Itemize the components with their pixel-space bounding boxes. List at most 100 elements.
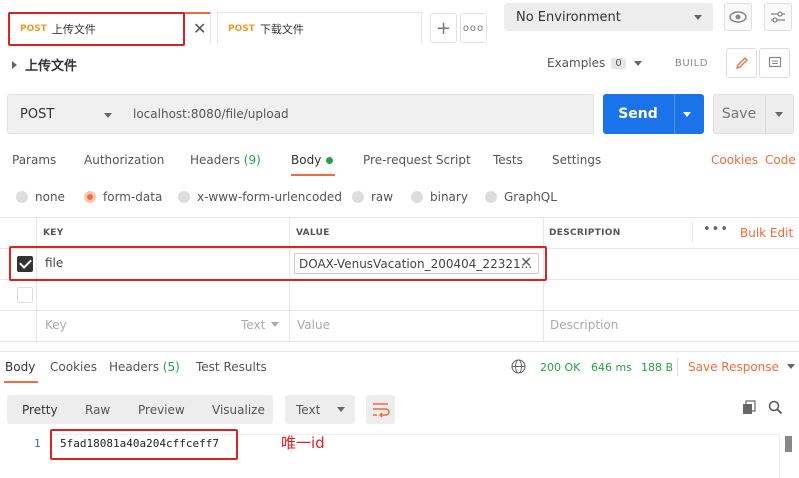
settings-sliders-icon[interactable]	[764, 3, 792, 31]
method-value: POST	[20, 106, 55, 122]
radio-icon	[411, 191, 423, 203]
more-tabs-icon[interactable]: ooo	[460, 13, 487, 43]
response-tab-cookies[interactable]: Cookies	[50, 360, 97, 374]
tab-bar: POST 上传文件 ✕ POST 下载文件 + ooo No Environme…	[0, 0, 799, 46]
more-options-icon[interactable]: •••	[703, 222, 729, 237]
environment-label: No Environment	[516, 9, 621, 25]
response-tab-test-results[interactable]: Test Results	[196, 360, 267, 374]
editor-border	[50, 434, 779, 435]
key-type-select[interactable]: Text	[241, 318, 280, 332]
row-enabled-checkbox[interactable]	[17, 256, 33, 272]
response-tab-headers[interactable]: Headers (5)	[109, 360, 180, 374]
column-header-description: DESCRIPTION	[549, 228, 621, 238]
chevron-down-icon	[104, 113, 112, 118]
format-raw[interactable]: Raw	[85, 395, 110, 424]
radio-icon	[485, 191, 497, 203]
save-response-button[interactable]: Save Response	[688, 360, 795, 374]
response-size[interactable]: 188 B	[641, 361, 673, 374]
url-input[interactable]: localhost:8080/file/upload	[122, 94, 594, 134]
tab-method: POST	[228, 23, 255, 34]
body-type-graphql[interactable]: GraphQL	[485, 190, 557, 204]
response-tab-body[interactable]: Body	[5, 360, 35, 374]
tab-method: POST	[20, 24, 47, 34]
edit-pencil-icon[interactable]	[726, 48, 757, 78]
close-icon[interactable]: ✕	[193, 19, 206, 38]
examples-dropdown[interactable]: Examples 0	[547, 56, 642, 70]
save-button[interactable]: Save	[713, 94, 794, 134]
environment-select[interactable]: No Environment	[504, 3, 713, 31]
request-title[interactable]: 上传文件	[12, 55, 77, 74]
chevron-down-icon	[694, 15, 702, 20]
send-options-chevron-icon[interactable]	[683, 112, 691, 117]
request-tab-download[interactable]: POST 下载文件	[217, 12, 422, 44]
tab-name: 上传文件	[51, 23, 96, 36]
file-chip[interactable]: DOAX-VenusVacation_200404_22321... ✕	[294, 253, 539, 274]
status-code[interactable]: 200 OK	[540, 361, 580, 374]
bulk-edit-link[interactable]: Bulk Edit	[740, 226, 793, 240]
method-select[interactable]: POST	[7, 94, 123, 134]
tab-headers[interactable]: Headers (9)	[190, 153, 261, 167]
radio-icon	[178, 191, 190, 203]
column-divider	[289, 217, 290, 341]
body-type-urlencoded[interactable]: x-www-form-urlencoded	[178, 190, 342, 204]
body-type-none[interactable]: none	[16, 190, 65, 204]
tab-headers-label: Headers	[190, 153, 240, 167]
table-border	[0, 248, 799, 249]
tab-settings[interactable]: Settings	[552, 153, 601, 167]
request-name: 上传文件	[25, 59, 78, 74]
key-placeholder[interactable]: Key	[45, 318, 67, 332]
search-icon[interactable]	[768, 400, 783, 418]
radio-selected-icon	[84, 191, 96, 203]
globe-icon[interactable]	[511, 359, 526, 377]
send-button[interactable]: Send	[603, 94, 704, 134]
comment-icon[interactable]	[759, 48, 790, 78]
format-preview[interactable]: Preview	[138, 395, 185, 424]
annotation-unique-id: 唯一id	[281, 434, 325, 452]
column-divider	[36, 217, 37, 341]
body-indicator-dot	[326, 157, 334, 164]
format-pretty[interactable]: Pretty	[22, 395, 58, 424]
body-type-form-data[interactable]: form-data	[84, 190, 162, 204]
scrollbar-thumb[interactable]	[785, 436, 792, 452]
cookies-link[interactable]: Cookies	[711, 153, 758, 167]
build-label[interactable]: BUILD	[675, 58, 708, 69]
new-tab-plus-icon[interactable]: +	[430, 13, 457, 43]
value-placeholder[interactable]: Value	[297, 318, 330, 332]
column-divider	[543, 217, 544, 341]
eye-icon[interactable]	[724, 3, 752, 31]
row-enabled-checkbox[interactable]	[17, 287, 33, 303]
body-type-binary[interactable]: binary	[411, 190, 468, 204]
radio-icon	[352, 191, 364, 203]
key-cell[interactable]: file	[45, 256, 63, 270]
response-body-text[interactable]: 5fad18081a40a204cffceff7	[60, 437, 219, 450]
body-type-raw[interactable]: raw	[352, 190, 393, 204]
response-time[interactable]: 646 ms	[591, 361, 632, 374]
response-divider	[0, 351, 799, 352]
request-tab-upload[interactable]: POST 上传文件	[9, 12, 211, 44]
body-type-label: x-www-form-urlencoded	[197, 190, 342, 204]
response-type-select[interactable]: Text	[285, 395, 355, 424]
response-headers-label: Headers	[109, 360, 159, 374]
body-type-label: form-data	[103, 190, 163, 204]
examples-count: 0	[611, 57, 626, 69]
description-placeholder[interactable]: Description	[550, 318, 618, 332]
copy-icon[interactable]	[742, 400, 757, 418]
tab-authorization[interactable]: Authorization	[84, 153, 164, 167]
wrap-lines-icon[interactable]	[366, 395, 395, 424]
remove-file-icon[interactable]: ✕	[520, 255, 532, 271]
tab-params[interactable]: Params	[12, 153, 56, 167]
column-header-key: KEY	[43, 228, 64, 238]
editor-border	[779, 434, 780, 478]
tab-prerequest-script[interactable]: Pre-request Script	[363, 153, 471, 167]
table-border	[0, 279, 799, 280]
format-toolbar: Pretty Raw Preview Visualize	[7, 395, 273, 424]
code-link[interactable]: Code	[765, 153, 796, 167]
tab-body[interactable]: Body	[291, 153, 334, 167]
format-visualize[interactable]: Visualize	[212, 395, 265, 424]
tab-tests[interactable]: Tests	[493, 153, 523, 167]
send-label: Send	[618, 106, 658, 122]
save-options-chevron-icon[interactable]	[775, 112, 783, 117]
line-number: 1	[34, 437, 41, 450]
chevron-down-icon	[271, 322, 280, 327]
body-type-label: raw	[371, 190, 394, 204]
